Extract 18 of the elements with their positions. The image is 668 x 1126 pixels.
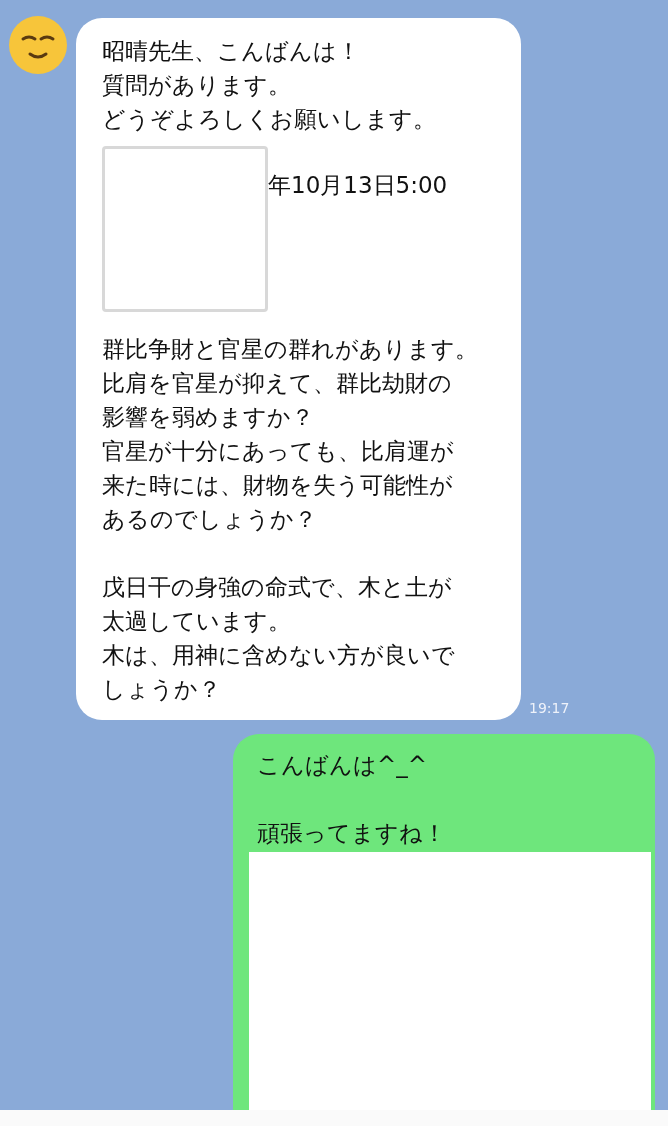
message-text: 質問があります。 [102, 71, 292, 100]
message-text: 昭晴先生、こんばんは！ [102, 37, 361, 66]
message-text: 年10月13日5:00 [268, 171, 448, 200]
message-text: 木は、用神に含めない方が良いで [102, 641, 456, 670]
smiling-face-icon [8, 15, 68, 75]
message-text: しょうか？ [102, 675, 222, 704]
message-text: 官星が十分にあっても、比肩運が [102, 437, 455, 466]
message-time: 19:17 [529, 700, 570, 716]
message-text: あるのでしょうか？ [102, 505, 318, 534]
message-text: どうぞよろしくお願いします。 [102, 105, 437, 134]
message-text: 群比争財と官星の群れがあります。 [102, 335, 479, 364]
message-text: 太過しています。 [102, 607, 292, 636]
message-text: 戊日干の身強の命式で、木と土が [102, 573, 453, 602]
message-text: 影響を弱めますか？ [102, 403, 315, 432]
message-text: 頑張ってますね！ [257, 819, 447, 848]
message-text: 比肩を官星が抑えて、群比劫財の [102, 369, 453, 398]
message-text: 来た時には、財物を失う可能性が [102, 471, 454, 500]
message-text: こんばんは^_^ [257, 751, 429, 780]
